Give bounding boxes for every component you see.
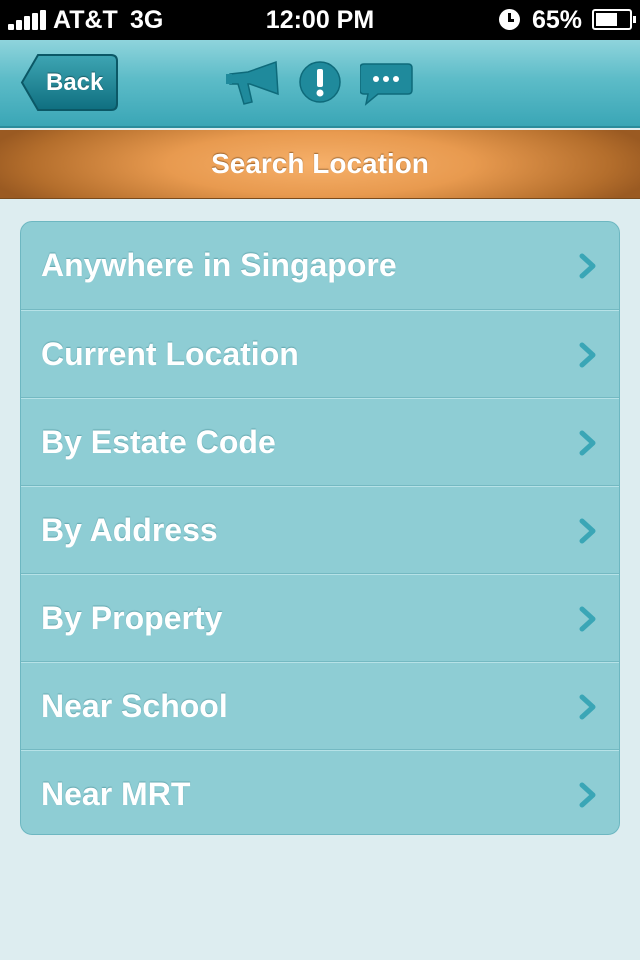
orientation-lock-icon bbox=[499, 9, 520, 30]
page-title: Search Location bbox=[211, 148, 429, 179]
list-item-by-address[interactable]: By Address bbox=[21, 486, 619, 574]
list-item-label: Current Location bbox=[41, 336, 299, 372]
list-item-by-property[interactable]: By Property bbox=[21, 574, 619, 662]
battery-icon bbox=[592, 9, 636, 30]
chat-icon[interactable] bbox=[359, 62, 414, 111]
list-item-current-location[interactable]: Current Location bbox=[21, 310, 619, 398]
chevron-right-icon bbox=[579, 782, 596, 808]
alert-icon[interactable] bbox=[298, 60, 342, 109]
list-item-label: Anywhere in Singapore bbox=[41, 247, 397, 283]
search-location-list: Anywhere in Singapore Current Location B… bbox=[20, 221, 620, 835]
chevron-right-icon bbox=[579, 518, 596, 544]
back-button[interactable]: Back bbox=[20, 53, 119, 112]
list-item-label: By Property bbox=[41, 600, 223, 636]
chevron-right-icon bbox=[579, 606, 596, 632]
list-item-near-school[interactable]: Near School bbox=[21, 662, 619, 750]
chevron-right-icon bbox=[579, 430, 596, 456]
list-item-near-mrt[interactable]: Near MRT bbox=[21, 750, 619, 834]
battery-percentage: 65% bbox=[532, 6, 583, 34]
back-button-label: Back bbox=[46, 69, 104, 96]
chevron-right-icon bbox=[579, 694, 596, 720]
megaphone-icon[interactable] bbox=[226, 60, 282, 111]
list-item-label: Near MRT bbox=[41, 776, 191, 812]
list-item-label: Near School bbox=[41, 688, 228, 724]
list-item-anywhere-in-singapore[interactable]: Anywhere in Singapore bbox=[21, 222, 619, 310]
nav-bar: Back bbox=[0, 40, 640, 128]
list-item-by-estate-code[interactable]: By Estate Code bbox=[21, 398, 619, 486]
status-bar: AT&T 3G 12:00 PM 65% bbox=[0, 0, 640, 40]
list-item-label: By Estate Code bbox=[41, 424, 276, 460]
list-item-label: By Address bbox=[41, 512, 218, 548]
chevron-right-icon bbox=[579, 253, 596, 279]
title-bar: Search Location bbox=[0, 130, 640, 199]
chevron-right-icon bbox=[579, 342, 596, 368]
